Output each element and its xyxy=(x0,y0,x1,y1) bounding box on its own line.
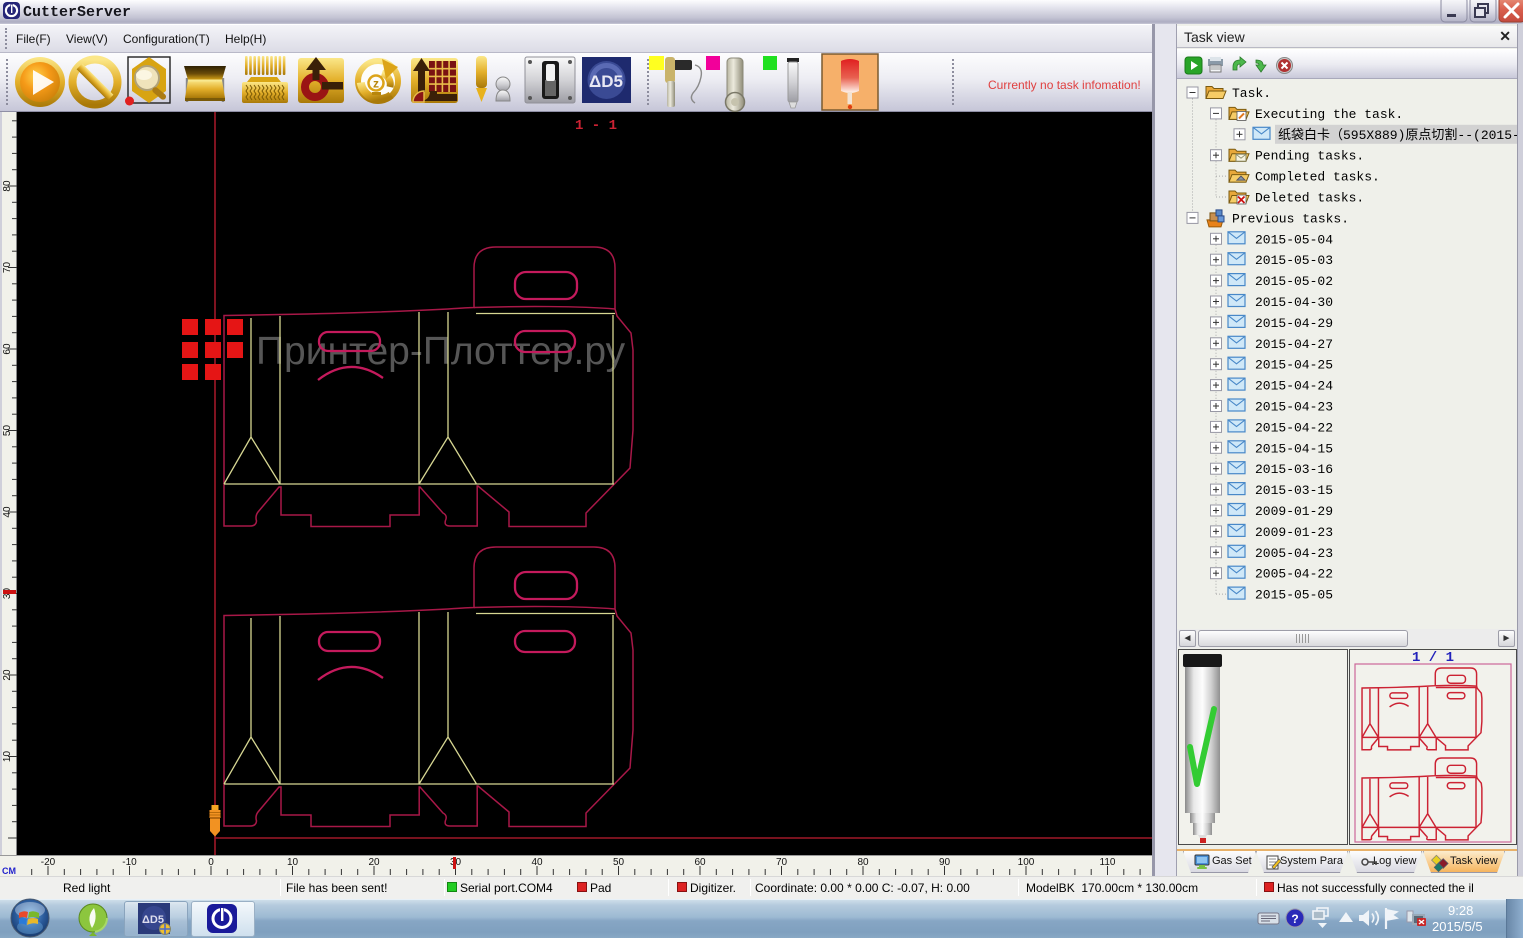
svg-text:Task.: Task. xyxy=(1232,86,1271,101)
svg-text:2015-04-23: 2015-04-23 xyxy=(1255,400,1333,415)
svg-text:50: 50 xyxy=(613,857,625,868)
svg-text:2015-05-02: 2015-05-02 xyxy=(1255,274,1333,289)
svg-text:80: 80 xyxy=(857,857,869,868)
svg-text:2015-04-25: 2015-04-25 xyxy=(1255,358,1333,373)
svg-text:2015-05-03: 2015-05-03 xyxy=(1255,253,1333,268)
svg-text:90: 90 xyxy=(939,857,951,868)
svg-text:2015-04-30: 2015-04-30 xyxy=(1255,295,1333,310)
svg-text:2015-04-15: 2015-04-15 xyxy=(1255,441,1333,456)
svg-text:40: 40 xyxy=(531,857,543,868)
svg-text:ΔD5: ΔD5 xyxy=(142,914,164,926)
svg-text:2009-01-29: 2009-01-29 xyxy=(1255,504,1333,519)
svg-text:2015-03-15: 2015-03-15 xyxy=(1255,483,1333,498)
svg-text:110: 110 xyxy=(1100,857,1116,868)
svg-text:Pending tasks.: Pending tasks. xyxy=(1255,149,1364,164)
svg-text:20: 20 xyxy=(368,857,380,868)
svg-text:纸袋白卡（595X889)原点切割--(2015-: 纸袋白卡（595X889)原点切割--(2015- xyxy=(1278,127,1520,143)
svg-text:0: 0 xyxy=(208,857,214,868)
svg-text:Completed tasks.: Completed tasks. xyxy=(1255,170,1380,185)
svg-text:60: 60 xyxy=(694,857,706,868)
svg-text:20: 20 xyxy=(2,669,13,681)
svg-text:2015-04-27: 2015-04-27 xyxy=(1255,337,1333,352)
svg-text:60: 60 xyxy=(2,343,13,355)
svg-text:z: z xyxy=(373,77,379,91)
svg-text:2015-04-22: 2015-04-22 xyxy=(1255,420,1333,435)
svg-text:-20: -20 xyxy=(41,857,56,868)
svg-text:-10: -10 xyxy=(122,857,137,868)
svg-text:10: 10 xyxy=(2,751,13,763)
svg-text:2005-04-23: 2005-04-23 xyxy=(1255,546,1333,561)
svg-text:40: 40 xyxy=(2,506,13,518)
svg-text:?: ? xyxy=(1291,912,1298,926)
svg-text:2015-04-29: 2015-04-29 xyxy=(1255,316,1333,331)
svg-text:2015-03-16: 2015-03-16 xyxy=(1255,462,1333,477)
svg-text:ΔD5: ΔD5 xyxy=(589,72,623,91)
svg-text:Previous tasks.: Previous tasks. xyxy=(1232,211,1349,226)
svg-text:80: 80 xyxy=(2,180,13,192)
svg-text:2015-05-04: 2015-05-04 xyxy=(1255,232,1333,247)
svg-text:100: 100 xyxy=(1018,857,1035,868)
svg-text:Deleted tasks.: Deleted tasks. xyxy=(1255,191,1364,206)
svg-text:70: 70 xyxy=(2,262,13,274)
svg-text:2009-01-23: 2009-01-23 xyxy=(1255,525,1333,540)
svg-text:1 - 1: 1 - 1 xyxy=(575,118,617,134)
svg-text:2005-04-22: 2005-04-22 xyxy=(1255,567,1333,582)
svg-text:50: 50 xyxy=(2,425,13,437)
svg-text:10: 10 xyxy=(287,857,299,868)
svg-text:70: 70 xyxy=(776,857,788,868)
svg-text:2015-04-24: 2015-04-24 xyxy=(1255,379,1333,394)
svg-text:2015-05-05: 2015-05-05 xyxy=(1255,588,1333,603)
svg-text:Executing the task.: Executing the task. xyxy=(1255,107,1403,122)
svg-text:CM: CM xyxy=(2,866,16,876)
